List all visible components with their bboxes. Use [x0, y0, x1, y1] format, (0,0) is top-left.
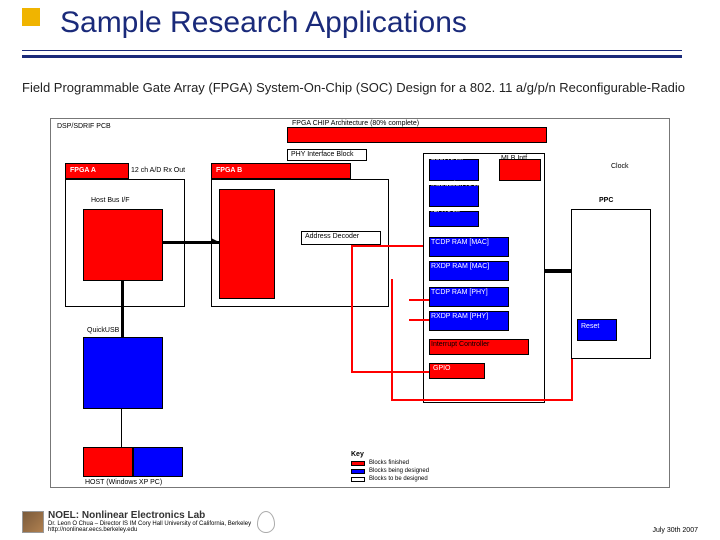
- redwire-7: [409, 299, 429, 301]
- legend-swatch-blue: [351, 469, 365, 474]
- label-phy: PHY Interface Block: [291, 151, 354, 158]
- legend-row-todo: Blocks to be designed: [351, 476, 491, 482]
- page-title: Sample Research Applications: [60, 6, 467, 40]
- block-hostbus: [83, 209, 163, 281]
- lab-name: NOEL: Nonlinear Electronics Lab: [48, 510, 251, 521]
- label-dsp-pcb: DSP/SDRIF PCB: [57, 123, 111, 130]
- arrow-a-to-b: [211, 238, 217, 244]
- label-icaram: ICA RAM: [431, 207, 460, 214]
- label-rxdp-mac: RXDP RAM [MAC]: [431, 263, 489, 270]
- block-bootram: [429, 159, 479, 181]
- redwire-1: [351, 245, 423, 247]
- redwire-4: [391, 279, 393, 399]
- redwire-6: [571, 359, 573, 401]
- legend: Key Blocks finished Blocks being designe…: [351, 451, 491, 484]
- label-clock: Clock: [611, 163, 629, 170]
- block-plb: [219, 189, 275, 299]
- redwire-2: [351, 245, 353, 371]
- label-fpga-b: FPGA B: [216, 167, 242, 174]
- label-fpga-a: FPGA A: [70, 167, 96, 174]
- block-quickusb: [83, 337, 163, 409]
- footer-left: NOEL: Nonlinear Electronics Lab Dr. Leon…: [22, 510, 275, 534]
- label-ppc: PPC: [599, 197, 613, 204]
- legend-title: Key: [351, 451, 491, 458]
- redwire-5: [391, 399, 571, 401]
- bar-fpga-chip-architecture: FPGA CHIP Architecture (80% complete): [287, 127, 547, 143]
- label-dec-a: 12 ch A/D Rx Out: [131, 167, 185, 174]
- redwire-3: [351, 371, 429, 373]
- title-fpga-a: FPGA A: [65, 163, 129, 179]
- legend-row-designing: Blocks being designed: [351, 468, 491, 474]
- label-hostbus: Host Bus I/F: [91, 197, 130, 204]
- label-quickusb: QuickUSB: [87, 327, 119, 334]
- legend-label-designing: Blocks being designed: [369, 468, 429, 474]
- credit-line-2: http://nonlinear.eecs.berkeley.edu: [48, 527, 251, 534]
- label-intctrl: Interrupt Controller: [431, 341, 489, 348]
- credit-line-1: Dr. Leon O Chua – Director IS IM Cory Ha…: [48, 521, 251, 528]
- label-bootram: Boot RAM: [431, 155, 463, 162]
- label-host-bottom: HOST (Windows XP PC): [85, 479, 162, 486]
- label-instr: Instruction RAM: [431, 181, 481, 188]
- legend-row-finished: Blocks finished: [351, 460, 491, 466]
- label-fpga-chip: FPGA CHIP Architecture (80% complete): [292, 120, 419, 127]
- label-mlb: MLB Intf.: [501, 155, 529, 162]
- title-bar: Sample Research Applications: [0, 0, 720, 60]
- conn-fpgaa-quickusb: [121, 281, 124, 337]
- block-host-blue: [133, 447, 183, 477]
- label-rxdp-phy: RXDP RAM [PHY]: [431, 313, 488, 320]
- conn-quickusb-host: [121, 409, 122, 447]
- label-reset: Reset: [581, 323, 599, 330]
- footer-date: July 30th 2007: [652, 527, 698, 534]
- legend-label-todo: Blocks to be designed: [369, 476, 428, 482]
- label-gpio: GPIO: [433, 365, 451, 372]
- label-addr-decoder: Address Decoder: [305, 233, 359, 240]
- title-accent-square: [22, 8, 40, 26]
- subtitle-text: Field Programmable Gate Array (FPGA) Sys…: [22, 80, 702, 96]
- footer: NOEL: Nonlinear Electronics Lab Dr. Leon…: [22, 504, 698, 534]
- conn-stack-ppc: [545, 269, 571, 273]
- legend-label-finished: Blocks finished: [369, 460, 409, 466]
- university-seal-icon: [257, 511, 275, 533]
- block-instr: [429, 185, 479, 207]
- title-underline: [22, 50, 682, 58]
- label-tcdp-mac: TCDP RAM [MAC]: [431, 239, 489, 246]
- block-mlb: [499, 159, 541, 181]
- chip-icon: [22, 511, 44, 533]
- block-host-red: [83, 447, 133, 477]
- architecture-diagram: DSP/SDRIF PCB FPGA CHIP Architecture (80…: [50, 118, 670, 488]
- legend-swatch-red: [351, 461, 365, 466]
- title-fpga-b: FPGA B: [211, 163, 351, 179]
- legend-swatch-white: [351, 477, 365, 482]
- redwire-8: [409, 319, 429, 321]
- label-tcdp-phy: TCDP RAM [PHY]: [431, 289, 488, 296]
